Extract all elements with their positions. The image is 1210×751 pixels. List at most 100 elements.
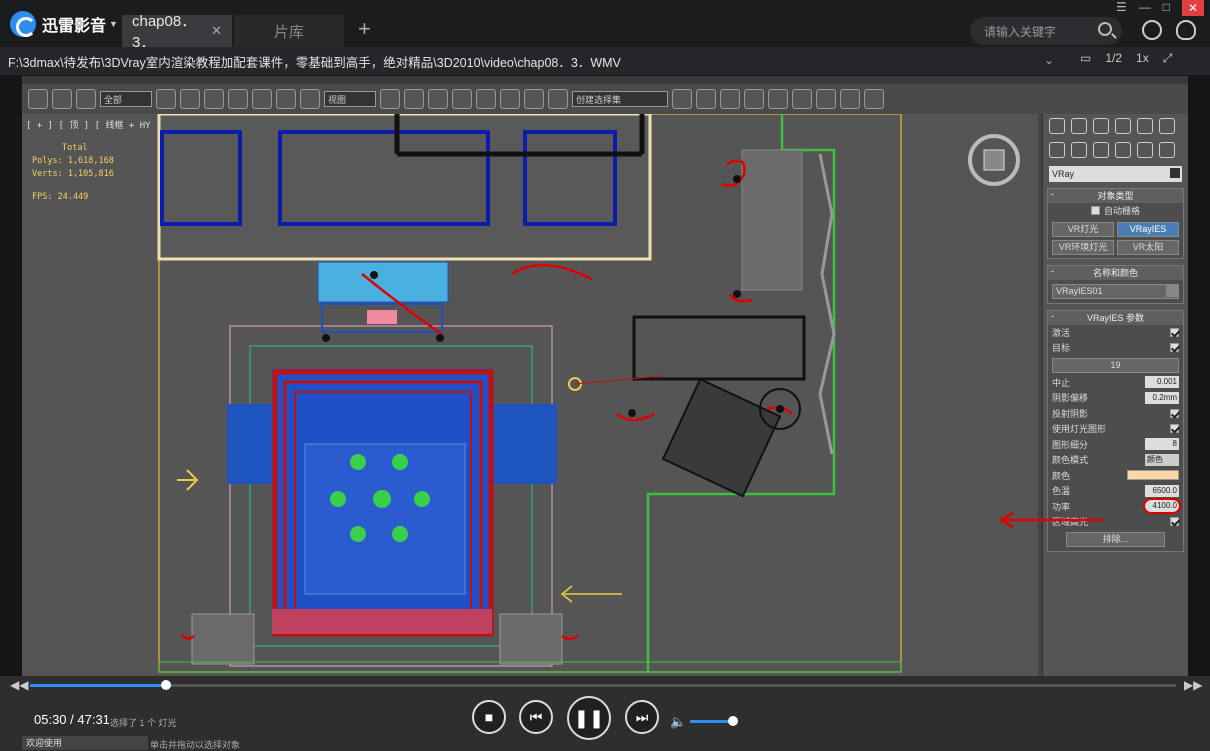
rollout-title: 名称和颜色: [1092, 267, 1138, 278]
file-path-bar: F:\3dmax\待发布\3DVray室内渲染教程加配套课件，零基础到高手，绝对…: [0, 47, 1210, 75]
chevron-down-icon: [1170, 168, 1180, 178]
material-editor-icon: [792, 89, 812, 109]
screenshot-icon[interactable]: ▭: [1080, 51, 1091, 66]
rollout-title: 对象类型: [1097, 191, 1134, 201]
previous-button[interactable]: ⏮: [519, 700, 553, 734]
max-welcome: 欢迎使用: [22, 736, 148, 750]
selection-filter: 全部: [100, 91, 152, 107]
search-input[interactable]: 请输入关键字: [970, 17, 1122, 45]
max-status-hint: 单击并拖动以选择对象: [150, 740, 241, 750]
window-controls: ☰ — □ ✕: [1116, 0, 1204, 16]
time-display: 05:30 / 47:31: [34, 712, 110, 727]
render-icon: [864, 89, 884, 109]
new-tab-icon[interactable]: +: [358, 16, 371, 42]
param-label: 目标: [1052, 343, 1071, 354]
volume-knob[interactable]: [728, 716, 738, 726]
app-logo[interactable]: 迅雷影音 ▼: [10, 10, 122, 37]
pause-button[interactable]: ❚❚: [567, 696, 611, 740]
spacewarps-icon: [1159, 142, 1175, 158]
object-color-swatch: [1166, 284, 1178, 297]
tab-label: 片库: [273, 23, 304, 41]
menu-icon[interactable]: ☰: [1116, 0, 1127, 16]
command-panel: VRay - 对象类型 自动栅格 VR灯光 VRayIES VR环境灯光 VR太阳…: [1042, 114, 1188, 676]
create-tab-icon: [1049, 118, 1065, 134]
app-name: 迅雷影音: [42, 17, 107, 35]
schematic-icon: [768, 89, 788, 109]
search-icon[interactable]: [1098, 22, 1112, 36]
playback-bar: ◀◀ ▶▶ 选择了 1 个 灯光 单击并拖动以选择对象 欢迎使用 05:30 /…: [0, 676, 1210, 751]
history-icon[interactable]: [1142, 20, 1162, 40]
ratio-button[interactable]: 1/2: [1105, 51, 1122, 66]
display-tab-icon: [1137, 118, 1153, 134]
param-label: 使用灯光图形: [1052, 424, 1107, 435]
exclude-button: 排除...: [1066, 531, 1165, 547]
skip-forward-icon[interactable]: ▶▶: [1184, 678, 1202, 692]
tab-library[interactable]: 片库: [234, 15, 344, 47]
viewport-stats: Total Polys: 1,618,168 Verts: 1,105,816 …: [32, 142, 114, 204]
floor-plan-drawing: [22, 114, 1038, 676]
rollout-header: - 对象类型: [1048, 189, 1183, 203]
param-value-power: 4100.0: [1143, 498, 1181, 515]
autogrid-checkbox: [1090, 206, 1100, 216]
param-value: 颜色: [1145, 453, 1179, 466]
speed-button[interactable]: 1x: [1136, 51, 1149, 66]
chevron-down-icon[interactable]: ▼: [109, 19, 118, 29]
maximize-icon[interactable]: □: [1163, 0, 1170, 16]
param-value: 6500.0: [1145, 484, 1179, 497]
file-path: F:\3dmax\待发布\3DVray室内渲染教程加配套课件，零基础到高手，绝对…: [8, 55, 621, 70]
curve-editor-icon: [744, 89, 764, 109]
param-row: 目标: [1048, 340, 1183, 356]
cameras-icon: [1115, 142, 1131, 158]
layer-icon: [720, 89, 740, 109]
select-icon: [156, 89, 176, 109]
create-categories: [1043, 138, 1188, 162]
close-icon[interactable]: ✕: [1182, 0, 1204, 16]
progress-bar[interactable]: [30, 680, 1176, 690]
minimize-icon[interactable]: —: [1139, 0, 1151, 16]
param-label: 阴影偏移: [1052, 393, 1089, 404]
path-controls: ▭ 1/2 1x ⤢: [1080, 51, 1172, 66]
close-tab-icon[interactable]: ✕: [211, 23, 222, 39]
rect-select-icon: [204, 89, 224, 109]
param-label: 投射阴影: [1052, 408, 1089, 419]
max-menu-bar: [22, 76, 1188, 84]
stats-verts: Verts: 1,105,816: [32, 169, 114, 179]
modify-tab-icon: [1071, 118, 1087, 134]
rendered-frame-icon: [840, 89, 860, 109]
pin-icon[interactable]: ⤢: [1163, 51, 1173, 66]
param-value: 0.001: [1145, 376, 1179, 389]
viewport-label: [ + ] [ 顶 ] [ 线框 + HY ]: [26, 121, 162, 131]
xunlei-logo-icon: [10, 10, 36, 37]
param-label: 颜色模式: [1052, 455, 1089, 466]
param-row: 激活: [1048, 325, 1183, 341]
param-value: 0.2mm: [1145, 391, 1179, 404]
renderer-label: VRay: [1052, 169, 1075, 179]
volume-icon[interactable]: 🔈: [670, 714, 686, 730]
param-label: 图形细分: [1052, 439, 1089, 450]
param-label: 颜色: [1052, 470, 1071, 481]
max-toolbar: 全部 视图 创建选择集: [22, 84, 1188, 114]
param-value: 8: [1145, 438, 1179, 451]
progress-knob[interactable]: [161, 680, 171, 690]
pivot-icon: [380, 89, 400, 109]
keyboard-shortcut-icon: [428, 89, 448, 109]
vr-light-button: VR灯光: [1052, 221, 1114, 237]
vr-sun-button: VR太阳: [1117, 239, 1179, 255]
select-manipulate-icon: [404, 89, 424, 109]
param-row: 图形细分 8: [1048, 437, 1183, 453]
rollout-header: - VRayIES 参数: [1048, 310, 1183, 325]
user-icon[interactable]: [1176, 20, 1196, 40]
skip-back-icon[interactable]: ◀◀: [10, 678, 28, 692]
select-by-name-icon: [180, 89, 200, 109]
utilities-tab-icon: [1159, 118, 1175, 134]
stats-fps: FPS: 24.449: [32, 192, 89, 202]
stop-button[interactable]: ■: [472, 700, 506, 734]
param-row: 颜色: [1048, 468, 1183, 484]
next-button[interactable]: ⏭: [625, 700, 659, 734]
param-checkbox: [1170, 517, 1179, 527]
tab-current-video[interactable]: chap08．3． ✕: [122, 13, 232, 51]
chevron-down-icon[interactable]: ⌄: [1044, 53, 1054, 67]
light-type-buttons: VR灯光 VRayIES VR环境灯光 VR太阳: [1048, 219, 1183, 258]
param-label: 激活: [1052, 327, 1071, 338]
rollout-title: VRayIES 参数: [1086, 312, 1144, 323]
